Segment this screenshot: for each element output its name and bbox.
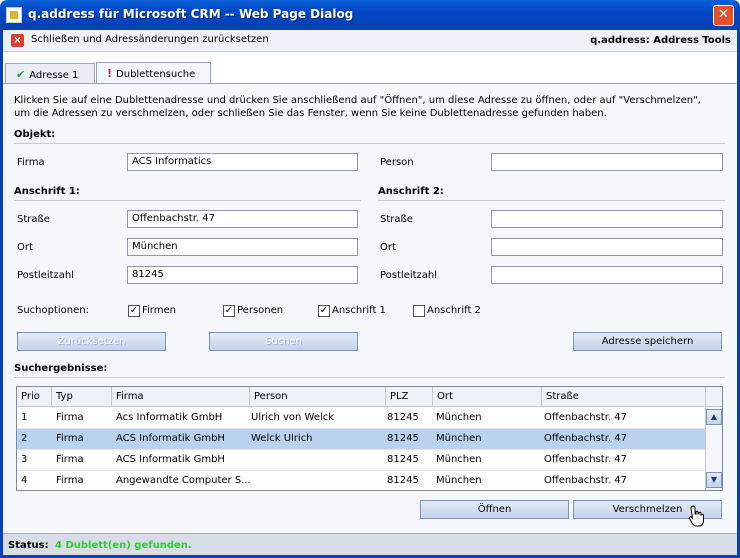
search-button[interactable]: Suchen [209, 332, 358, 351]
column-header-ort[interactable]: Ort [433, 387, 542, 407]
save-address-button[interactable]: Adresse speichern [573, 332, 722, 351]
street2-label: Straße [380, 214, 413, 225]
vertical-scrollbar[interactable]: ▲ ▼ [705, 407, 722, 490]
tab-dublettensuche[interactable]: ! Dublettensuche [96, 62, 211, 84]
person-label: Person [380, 157, 414, 168]
firma-input[interactable]: ACS Informatics [127, 153, 358, 171]
table-row[interactable]: 4 Firma Angewandte Computer S... 81245 M… [17, 471, 706, 490]
cell-plz: 81245 [387, 433, 419, 444]
cell-typ: Firma [56, 412, 84, 423]
object-header: Objekt: [14, 129, 56, 140]
city1-label: Ort [17, 242, 33, 253]
cell-prio: 4 [21, 475, 28, 486]
divider [14, 200, 361, 201]
cell-firma: Angewandte Computer S... [116, 475, 251, 486]
table-row[interactable]: 3 Firma ACS Informatik GmbH 81245 Münche… [17, 450, 706, 471]
cell-ort: München [436, 433, 482, 444]
cell-strasse: Offenbachstr. 47 [544, 412, 627, 423]
cell-strasse: Offenbachstr. 47 [544, 475, 627, 486]
cell-typ: Firma [56, 475, 84, 486]
divider [14, 143, 725, 144]
firma-label: Firma [17, 157, 45, 168]
search-options-label: Suchoptionen: [17, 305, 90, 316]
checkbox-anschrift-2-label: Anschrift 2 [427, 305, 481, 316]
scroll-down-icon[interactable]: ▼ [706, 472, 722, 488]
city1-input[interactable]: München [127, 238, 358, 256]
cell-prio: 1 [21, 412, 28, 423]
zip1-input[interactable]: 81245 [127, 266, 358, 284]
table-row-selected[interactable]: 2 Firma ACS Informatik GmbH Welck Ulrich… [17, 429, 706, 450]
column-header-typ[interactable]: Typ [52, 387, 112, 407]
street1-label: Straße [17, 214, 50, 225]
open-button[interactable]: Öffnen [420, 500, 569, 519]
cell-strasse: Offenbachstr. 47 [544, 454, 627, 465]
zip1-label: Postleitzahl [17, 270, 75, 281]
status-bar: Status: 4 Dublett(en) gefunden. [3, 533, 737, 555]
cell-plz: 81245 [387, 454, 419, 465]
results-grid: Prio Typ Firma Person PLZ Ort Straße 1 F… [16, 386, 723, 491]
address1-header: Anschrift 1: [14, 186, 80, 197]
checkbox-firmen-label: Firmen [142, 305, 176, 316]
app-icon [6, 7, 22, 23]
column-header-plz[interactable]: PLZ [386, 387, 433, 407]
check-icon: ✔ [16, 68, 26, 81]
cell-plz: 81245 [387, 412, 419, 423]
zip2-label: Postleitzahl [380, 270, 438, 281]
cell-firma: ACS Informatik GmbH [116, 433, 225, 444]
cell-strasse: Offenbachstr. 47 [544, 433, 627, 444]
checkbox-anschrift-2[interactable] [413, 305, 425, 317]
city2-input[interactable] [491, 238, 723, 256]
cell-plz: 81245 [387, 475, 419, 486]
toolbar: × Schließen und Adressänderungen zurücks… [3, 30, 737, 52]
address2-header: Anschrift 2: [378, 186, 444, 197]
reset-and-close-link[interactable]: Schließen und Adressänderungen zurückset… [31, 34, 269, 45]
cell-ort: München [436, 412, 482, 423]
hand-cursor-icon [688, 505, 704, 527]
results-header: Suchergebnisse: [14, 363, 108, 374]
checkbox-firmen[interactable]: ✓ [128, 305, 140, 317]
person-input[interactable] [491, 153, 723, 171]
cell-person: Ulrich von Welck [251, 412, 335, 423]
close-window-button[interactable]: ✕ [713, 5, 734, 26]
tab-label: Adresse 1 [29, 70, 79, 81]
checkbox-anschrift-1[interactable]: ✓ [318, 305, 330, 317]
street2-input[interactable] [491, 210, 723, 228]
scroll-up-icon[interactable]: ▲ [706, 409, 722, 425]
cell-typ: Firma [56, 433, 84, 444]
window-title: q.address für Microsoft CRM -- Web Page … [28, 7, 354, 21]
column-header-prio[interactable]: Prio [17, 387, 52, 407]
table-row[interactable]: 1 Firma Acs Informatik GmbH Ulrich von W… [17, 408, 706, 429]
column-header-strasse[interactable]: Straße [542, 387, 706, 407]
status-value: 4 Dublett(en) gefunden. [55, 540, 192, 551]
close-red-icon[interactable]: × [11, 34, 24, 47]
divider [14, 377, 725, 378]
cell-firma: ACS Informatik GmbH [116, 454, 225, 465]
tab-adresse-1[interactable]: ✔ Adresse 1 [5, 63, 95, 83]
checkbox-personen-label: Personen [237, 305, 284, 316]
title-bar: q.address für Microsoft CRM -- Web Page … [0, 0, 740, 30]
tab-row: ✔ Adresse 1 ! Dublettensuche [3, 52, 737, 84]
street1-input[interactable]: Offenbachstr. 47 [127, 210, 358, 228]
cell-ort: München [436, 454, 482, 465]
cell-prio: 2 [21, 433, 28, 444]
checkbox-anschrift-1-label: Anschrift 1 [332, 305, 386, 316]
checkbox-personen[interactable]: ✓ [223, 305, 235, 317]
column-header-spacer [706, 387, 722, 407]
reset-button[interactable]: Zurücksetzen [17, 332, 166, 351]
exclamation-icon: ! [107, 67, 113, 80]
cell-prio: 3 [21, 454, 28, 465]
divider [378, 200, 725, 201]
cell-typ: Firma [56, 454, 84, 465]
cell-person: Welck Ulrich [251, 433, 313, 444]
column-header-firma[interactable]: Firma [112, 387, 250, 407]
instructions-text: Klicken Sie auf eine Dublettenadresse un… [14, 95, 701, 119]
brand-label: q.address: Address Tools [590, 35, 731, 46]
tab-label: Dublettensuche [116, 69, 196, 80]
zip2-input[interactable] [491, 266, 723, 284]
column-header-person[interactable]: Person [250, 387, 386, 407]
city2-label: Ort [380, 242, 396, 253]
cell-firma: Acs Informatik GmbH [116, 412, 223, 423]
status-label: Status: [8, 540, 49, 551]
cell-ort: München [436, 475, 482, 486]
